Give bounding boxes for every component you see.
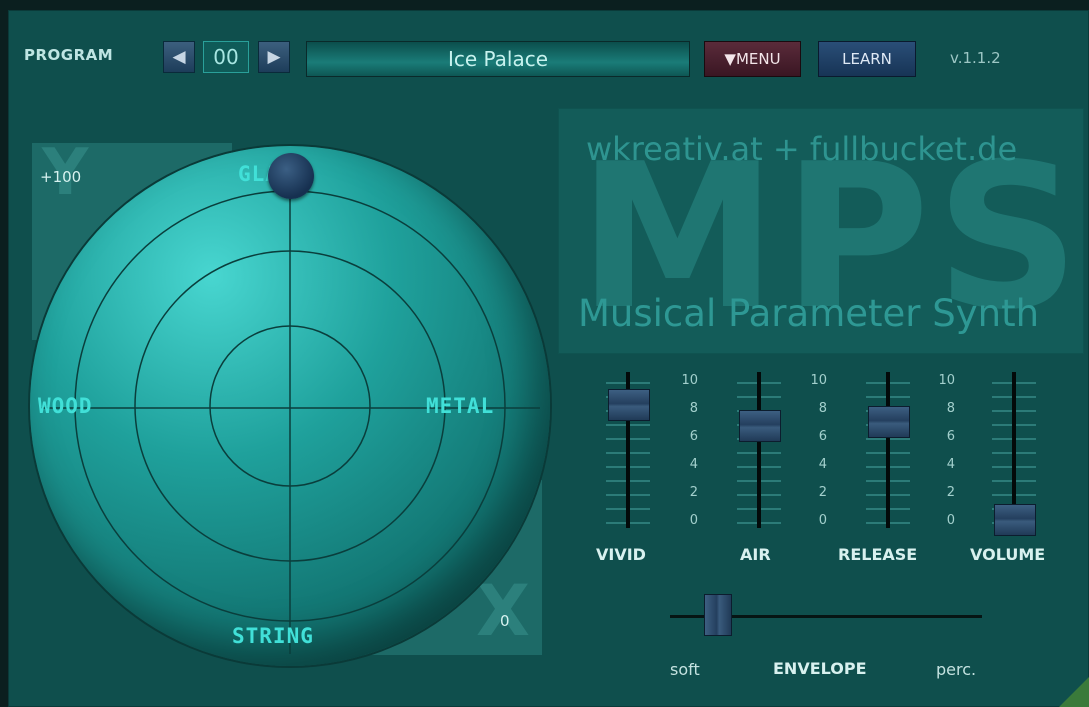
y-max-label: +100	[40, 168, 82, 186]
slider-track-air[interactable]	[757, 372, 761, 528]
slider-scale-label: 4	[946, 457, 955, 472]
slider-scale-label: 6	[946, 429, 955, 444]
logo-subtitle: Musical Parameter Synth	[578, 292, 1040, 335]
slider-thumb-release[interactable]	[868, 406, 910, 439]
envelope-soft-label: soft	[670, 660, 700, 679]
slider-scale-label: 10	[938, 373, 955, 388]
slider-scale-label: 10	[810, 373, 827, 388]
pad-label-string: STRING	[232, 624, 314, 648]
program-name-display[interactable]: Ice Palace	[306, 41, 690, 77]
pad-label-wood: WOOD	[38, 394, 93, 418]
version-label: v.1.1.2	[950, 49, 1001, 67]
xy-pad-handle[interactable]	[268, 153, 314, 199]
logo-url: wkreativ.at + fullbucket.de	[586, 130, 1018, 168]
slider-scale-label: 0	[689, 513, 698, 528]
slider-scale-label: 8	[818, 401, 827, 416]
slider-label-volume: VOLUME	[970, 545, 1046, 564]
x-min-label: 0	[500, 612, 510, 630]
slider-scale-label: 6	[689, 429, 698, 444]
resize-corner[interactable]	[1059, 677, 1089, 707]
slider-scale-label: 2	[689, 485, 698, 500]
slider-thumb-vivid[interactable]	[608, 389, 650, 422]
slider-label-vivid: VIVID	[596, 545, 646, 564]
slider-scale-label: 2	[818, 485, 827, 500]
slider-scale-label: 8	[946, 401, 955, 416]
slider-scale-label: 4	[689, 457, 698, 472]
envelope-label: ENVELOPE	[773, 659, 867, 678]
slider-track-release[interactable]	[886, 372, 890, 528]
slider-thumb-air[interactable]	[739, 410, 781, 443]
slider-label-air: AIR	[740, 545, 771, 564]
envelope-perc-label: perc.	[936, 660, 977, 679]
program-label: PROGRAM	[24, 46, 114, 64]
slider-thumb-volume[interactable]	[994, 504, 1036, 537]
slider-scale-label: 2	[946, 485, 955, 500]
slider-label-release: RELEASE	[838, 545, 918, 564]
pad-label-metal: METAL	[426, 394, 495, 418]
prev-program-button[interactable]: ◀	[163, 41, 195, 73]
arrow-right-icon: ▶	[267, 47, 281, 67]
envelope-slider-thumb[interactable]	[703, 594, 732, 636]
slider-scale-label: 0	[946, 513, 955, 528]
menu-button[interactable]: ▼MENU	[704, 41, 801, 77]
arrow-left-icon: ◀	[172, 47, 186, 67]
next-program-button[interactable]: ▶	[258, 41, 290, 73]
slider-scale-label: 4	[818, 457, 827, 472]
slider-scale-label: 6	[818, 429, 827, 444]
learn-button[interactable]: LEARN	[818, 41, 916, 77]
slider-scale-label: 8	[689, 401, 698, 416]
program-number-field[interactable]: 00	[203, 41, 249, 73]
slider-scale-label: 0	[818, 513, 827, 528]
slider-scale-label: 10	[681, 373, 698, 388]
